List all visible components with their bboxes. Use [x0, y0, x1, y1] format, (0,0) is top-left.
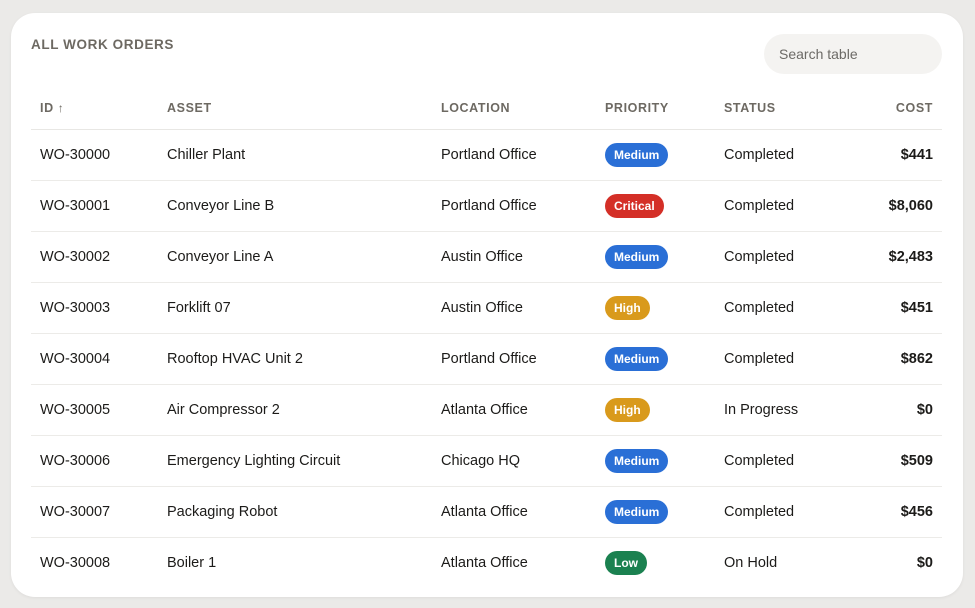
cell-status: Completed — [724, 333, 854, 385]
column-header-id[interactable]: ID ↑ — [31, 87, 167, 130]
cell-priority: Medium — [605, 435, 724, 487]
cell-status: Completed — [724, 435, 854, 487]
priority-badge: Medium — [605, 347, 669, 371]
cell-priority: Medium — [605, 333, 724, 385]
work-orders-table: ID ↑ ASSET LOCATION PRIORITY STATUS COST … — [31, 87, 942, 588]
cell-asset: Conveyor Line A — [167, 231, 441, 283]
column-header-id-label: ID — [40, 101, 54, 115]
cell-priority: Critical — [605, 180, 724, 232]
cell-status: Completed — [724, 129, 854, 181]
cell-cost: $2,483 — [854, 231, 942, 283]
priority-badge: Medium — [605, 245, 669, 269]
cell-asset: Boiler 1 — [167, 555, 217, 571]
cell-cost: $0 — [854, 384, 942, 436]
cell-id: WO-30004 — [31, 333, 167, 385]
cell-priority: Medium — [605, 486, 724, 538]
card-title: ALL WORK ORDERS — [31, 37, 174, 52]
cell-asset: Conveyor Line B — [167, 180, 441, 232]
priority-badge: High — [605, 398, 650, 422]
cell-cost: $8,060 — [854, 180, 942, 232]
cell-cost: $509 — [854, 435, 942, 487]
cell-id: WO-30005 — [31, 384, 167, 436]
cell-id: WO-30003 — [31, 282, 167, 334]
cell-location: Austin Office — [441, 231, 605, 283]
cell-asset: Chiller Plant — [167, 129, 441, 181]
cell-location: Atlanta Office — [441, 486, 605, 538]
cell-cost: $862 — [854, 333, 942, 385]
cell-location: Atlanta Office — [441, 384, 605, 436]
cell-status: Completed — [724, 180, 854, 232]
cell-location: Portland Office — [441, 180, 605, 232]
table-row[interactable]: WO-30007 Packaging Robot Atlanta Office Med… — [31, 486, 942, 538]
priority-badge: Medium — [605, 143, 669, 167]
cell-asset: Forklift 07 — [167, 282, 441, 334]
table-row[interactable]: WO-30002 Conveyor Line A Austin Office Medi… — [31, 231, 942, 283]
cell-asset: Air Compressor 2 — [167, 384, 441, 436]
cell-priority: Medium — [605, 231, 724, 283]
search-input[interactable] — [764, 34, 942, 74]
cell-location: Portland Office — [441, 333, 605, 385]
cell-asset: Rooftop HVAC Unit 2 — [167, 333, 441, 385]
cell-id: WO-30008 — [40, 555, 111, 571]
table-header-row: ID ↑ ASSET LOCATION PRIORITY STATUS COST — [31, 87, 942, 130]
cell-id: WO-30007 — [31, 486, 167, 538]
cell-cost: $451 — [854, 282, 942, 334]
cell-status: Completed — [724, 486, 854, 538]
cell-location: Portland Office — [441, 129, 605, 181]
table-row[interactable]: WO-30006 Emergency Lighting Circuit Chicag… — [31, 435, 942, 487]
table-row[interactable]: WO-30001 Conveyor Line B Portland Office Cr… — [31, 180, 942, 232]
cell-location: Austin Office — [441, 282, 605, 334]
cell-id: WO-30001 — [31, 180, 167, 232]
cell-location: Atlanta Office — [441, 555, 528, 571]
cell-asset: Packaging Robot — [167, 486, 441, 538]
table-row[interactable]: WO-30005 Air Compressor 2 Atlanta Office Hi… — [31, 384, 942, 436]
priority-badge: Medium — [605, 500, 669, 524]
column-header-location[interactable]: LOCATION — [441, 87, 605, 130]
cell-priority: High — [605, 282, 724, 334]
table-row[interactable]: WO-30000 Chiller Plant Portland Office Medi… — [31, 129, 942, 181]
cell-id: WO-30006 — [31, 435, 167, 487]
cell-status: Completed — [724, 282, 854, 334]
column-header-cost[interactable]: COST — [854, 87, 942, 130]
column-header-status[interactable]: STATUS — [724, 87, 854, 130]
cell-status: Completed — [724, 231, 854, 283]
table-body: WO-30000 Chiller Plant Portland Office Medi… — [31, 129, 942, 589]
cell-status: In Progress — [724, 384, 854, 436]
table-row[interactable]: WO-30003 Forklift 07 Austin Office High Comp… — [31, 282, 942, 334]
cell-id: WO-30002 — [31, 231, 167, 283]
sort-ascending-icon: ↑ — [57, 101, 65, 115]
cell-cost: $456 — [854, 486, 942, 538]
cell-id: WO-30000 — [31, 129, 167, 181]
cell-cost: $441 — [854, 129, 942, 181]
cell-status: On Hold — [724, 555, 778, 571]
priority-badge: Low — [605, 551, 647, 575]
priority-badge: High — [605, 296, 650, 320]
table-row[interactable]: WO-30004 Rooftop HVAC Unit 2 Portland Offi… — [31, 333, 942, 385]
table-row[interactable]: WO-30008 Boiler 1 Atlanta Office Low On Hold… — [31, 538, 942, 589]
column-header-priority[interactable]: PRIORITY — [605, 87, 724, 130]
column-header-asset[interactable]: ASSET — [167, 87, 441, 130]
priority-badge: Medium — [605, 449, 669, 473]
cell-location: Chicago HQ — [441, 435, 605, 487]
cell-priority: Low — [605, 538, 724, 589]
cell-cost: $0 — [916, 555, 933, 571]
cell-asset: Emergency Lighting Circuit — [167, 435, 441, 487]
priority-badge: Critical — [605, 194, 664, 218]
cell-priority: Medium — [605, 129, 724, 181]
cell-priority: High — [605, 384, 724, 436]
work-orders-card: ALL WORK ORDERS ID↑ ASSET LOCATION PRIOR… — [11, 13, 963, 597]
